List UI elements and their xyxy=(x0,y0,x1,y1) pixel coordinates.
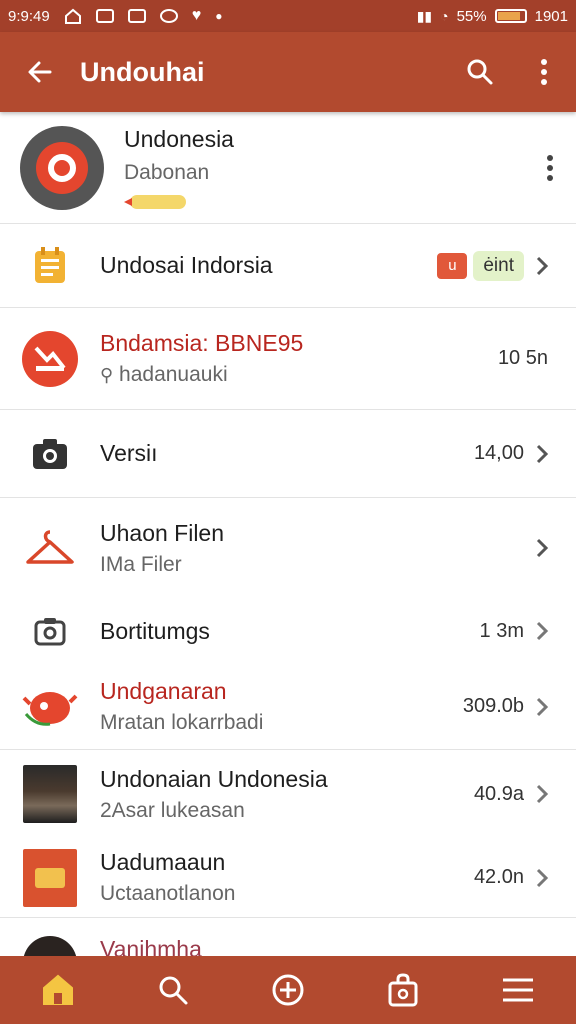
search-icon xyxy=(467,59,493,85)
more-vert-icon xyxy=(541,59,547,85)
back-button[interactable] xyxy=(0,32,80,112)
status-left-text: 9:9:49 xyxy=(8,7,50,25)
menu-icon xyxy=(503,978,534,1002)
home-icon xyxy=(64,8,81,24)
chevron-right-icon xyxy=(530,442,554,466)
camera-icon xyxy=(33,438,67,469)
item-value: 14,00 xyxy=(473,442,524,464)
status-pill xyxy=(124,195,186,209)
item-value: 10 5n xyxy=(497,347,548,369)
image-icon xyxy=(95,9,114,23)
status-time: 1901 xyxy=(534,7,568,25)
item-title: Vanihmha xyxy=(100,936,202,958)
status-bar: 9:9:49 ♥ ● ▮▮ ◔ 55% 1901 xyxy=(0,0,576,32)
content-list: Undonesia Dabonan Undosai Indorsia u ėin… xyxy=(0,112,576,958)
page-title: Undouhai xyxy=(80,56,205,87)
search-button[interactable] xyxy=(448,32,512,112)
signal-icon: ▮▮ xyxy=(416,7,433,24)
item-subtitle: hadanuauki xyxy=(119,363,228,386)
list-item-book[interactable]: Uadumaaun Uctaanotlanon 42.0n xyxy=(0,838,576,918)
item-title: Undonaian Undonesia xyxy=(100,765,328,792)
item-subtitle: Mratan lokarrbadi xyxy=(100,711,264,734)
item-title: Uadumaaun xyxy=(100,849,226,875)
chevron-right-icon xyxy=(530,782,554,806)
dot-icon: ● xyxy=(215,9,223,23)
nav-search-button[interactable] xyxy=(143,960,203,1020)
profile-name: Undonesia xyxy=(124,126,234,152)
nav-add-button[interactable] xyxy=(258,960,318,1020)
item-value: 42.0n xyxy=(473,866,524,888)
item-value: 40.9a xyxy=(473,782,524,805)
avatar xyxy=(20,125,104,210)
arrow-left-icon xyxy=(28,61,52,83)
app-bar: Undouhai xyxy=(0,32,576,112)
list-item-undganaran[interactable]: Undganaran Mratan lokarrbadi 309.0b xyxy=(0,664,576,750)
chevron-right-icon xyxy=(530,695,554,719)
chart-icon xyxy=(127,9,146,23)
hanger-icon xyxy=(26,530,74,564)
list-item-chart[interactable]: Bndamsia: BBNE95 ⚲ hadanuauki 10 5n xyxy=(0,308,576,410)
item-subtitle: IMa Filer xyxy=(100,552,182,576)
messenger-icon xyxy=(159,9,178,23)
note-icon xyxy=(35,246,65,283)
heart-icon: ♥ xyxy=(191,7,202,24)
item-value: 309.0b xyxy=(462,695,524,717)
bag-icon xyxy=(388,973,418,1007)
item-subtitle: 2Asar lukeasan xyxy=(100,798,245,822)
item-title: Bortitumgs xyxy=(100,617,210,644)
battery-icon xyxy=(494,9,527,23)
profile-more-button[interactable] xyxy=(546,154,576,182)
battery-percent: 55% xyxy=(456,7,487,25)
camera-outline-icon xyxy=(34,618,66,646)
wifi-icon: ◔ xyxy=(440,8,449,24)
list-item-files[interactable]: Uhaon Filen IMa Filer xyxy=(0,498,576,598)
list-item-person[interactable]: Undonaian Undonesia 2Asar lukeasan 40.9a xyxy=(0,750,576,838)
list-item-notes[interactable]: Undosai Indorsia u ėint xyxy=(0,224,576,308)
chevron-right-icon xyxy=(530,254,554,278)
search-icon xyxy=(159,976,188,1005)
nav-home-button[interactable] xyxy=(28,960,88,1020)
chevron-right-icon xyxy=(530,619,554,643)
more-vert-icon xyxy=(547,154,553,181)
red-tag: u xyxy=(437,252,468,279)
list-item-settings[interactable]: Bortitumgs 1 3m xyxy=(0,598,576,664)
chevron-right-icon xyxy=(530,866,554,890)
profile-row[interactable]: Undonesia Dabonan xyxy=(0,112,576,224)
list-item-version[interactable]: Versiı 14,00 xyxy=(0,410,576,498)
round-thumb xyxy=(23,936,77,958)
green-tag: ėint xyxy=(473,250,524,281)
home-icon xyxy=(42,974,73,1005)
more-options-button[interactable] xyxy=(512,32,576,112)
item-subtitle: Uctaanotlanon xyxy=(100,882,236,905)
nav-bag-button[interactable] xyxy=(373,960,433,1020)
bird-icon xyxy=(22,691,78,726)
item-title: Uhaon Filen xyxy=(100,519,225,546)
item-title: Undganaran xyxy=(100,678,227,704)
nav-menu-button[interactable] xyxy=(488,960,548,1020)
chart-down-icon xyxy=(22,330,78,387)
list-item-partial[interactable]: Vanihmha xyxy=(0,918,576,958)
profile-subtitle: Dabonan xyxy=(124,161,210,184)
book-thumb xyxy=(23,848,77,907)
bottom-navigation xyxy=(0,956,576,1024)
item-title: Undosai Indorsia xyxy=(100,252,273,278)
photo-person-thumb xyxy=(23,765,77,823)
item-title: Bndamsia: BBNE95 xyxy=(100,330,304,356)
item-value: 1 3m xyxy=(479,619,524,642)
item-title: Versiı xyxy=(100,440,158,466)
chevron-right-icon xyxy=(530,536,554,560)
add-icon xyxy=(272,974,304,1006)
location-icon: ⚲ xyxy=(100,365,114,385)
